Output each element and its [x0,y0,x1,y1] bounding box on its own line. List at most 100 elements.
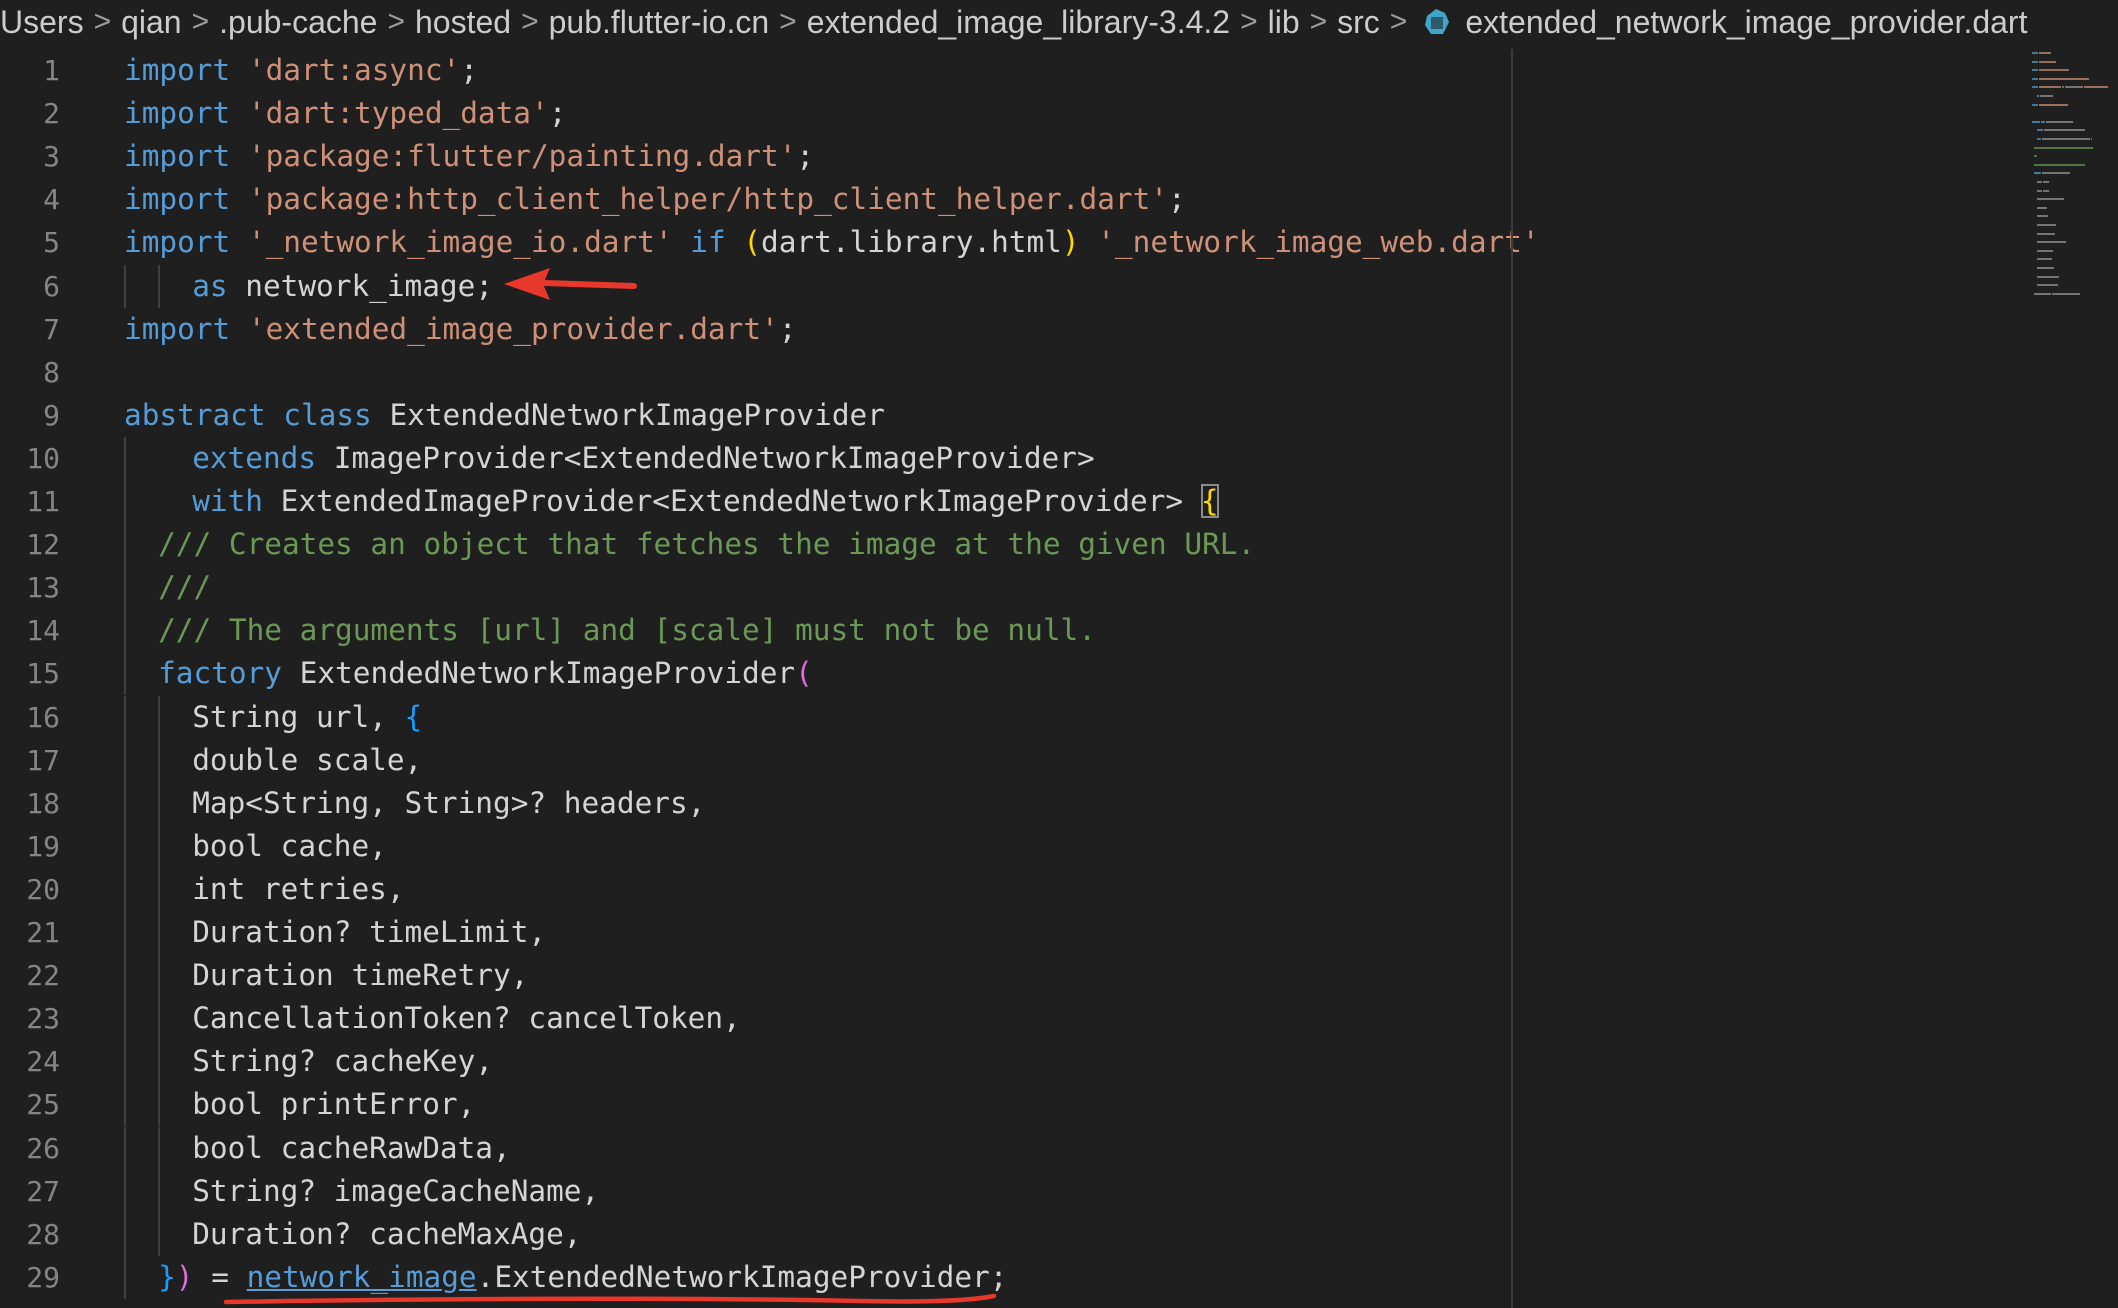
minimap[interactable] [2032,44,2118,364]
code-line[interactable]: 9 abstract class ExtendedNetworkImageProv… [0,394,1515,437]
code-text: Duration? timeLimit, [192,911,546,954]
code-line[interactable]: 22 Duration timeRetry, [0,954,1515,998]
code-line[interactable]: 12 /// Creates an object that fetches the… [0,523,1515,567]
code-line[interactable]: 27 String? imageCacheName, [0,1169,1515,1213]
code-token: imageCacheName, [316,1173,600,1208]
indent-guide [124,1083,126,1127]
code-token: Duration? [192,915,352,949]
minimap-mark [2036,284,2046,287]
minimap-mark [2054,60,2056,63]
indent-guide [158,738,161,782]
code-line[interactable]: 11 with ExtendedImageProvider<ExtendedNet… [0,480,1515,524]
code-line[interactable]: 28 Duration? cacheMaxAge, [0,1212,1515,1256]
line-number: 5 [43,226,60,260]
code-line[interactable]: 25 bool printError, [0,1083,1515,1127]
breadcrumb-item[interactable]: lib [1268,4,1300,41]
code-line[interactable]: 5 import '_network_image_io.dart' if (dar… [0,221,1540,264]
indent-guide [158,824,161,868]
line-number: 18 [26,786,60,820]
breadcrumb-item[interactable]: extended_image_library-3.4.2 [807,4,1230,41]
code-token: bool [192,1087,263,1122]
code-token: ( [743,225,762,260]
code-line[interactable]: 21 Duration? timeLimit, [0,911,1515,955]
code-line[interactable]: 14 /// The arguments [url] and [scale] mu… [0,609,1515,653]
minimap-mark [2038,86,2062,89]
code-line[interactable]: 19 bool cache, [0,824,1515,868]
code-text: as network_image; [192,265,493,308]
code-line[interactable]: 24 String? cacheKey, [0,1040,1515,1084]
breadcrumb-item[interactable]: pub.flutter-io.cn [549,4,770,41]
code-line[interactable]: 23 CancellationToken? cancelToken, [0,997,1515,1041]
code-token: ) [1061,225,1080,260]
indent-guide [124,609,126,653]
breadcrumb-item[interactable]: src [1337,4,1380,41]
code-token: ( [795,656,813,691]
minimap-mark [2040,120,2046,123]
breadcrumb: Users > qian > .pub-cache > hosted > pub.flutter… [0,0,2118,44]
code-line[interactable]: 18 Map<String, String>? headers, [0,781,1515,825]
minimap-mark [2041,138,2090,140]
code-line[interactable]: 16 String url, { [0,695,1515,739]
minimap-mark [2032,77,2038,80]
breadcrumb-item[interactable]: hosted [415,4,511,41]
code-text: import '_network_image_io.dart' if (dart… [124,221,1540,264]
code-line[interactable]: 17 double scale, [0,738,1515,782]
code-line[interactable]: 20 int retries, [0,867,1515,911]
code-link[interactable]: network_image [247,1260,477,1294]
line-number: 13 [26,571,60,605]
code-line[interactable]: 7 import 'extended_image_provider.dart'; [0,308,1515,351]
code-line[interactable]: 6 as network_image; [0,264,1515,308]
code-token: ; [778,311,797,346]
code-editor[interactable]: 1 import 'dart:async'; 2 import 'dart:typed… [0,49,1540,1308]
breadcrumb-file[interactable]: extended_network_image_provider.dart [1465,4,2027,41]
code-token: cache, [262,828,387,863]
code-line[interactable]: 10 extends ImageProvider<ExtendedNetworkI… [0,436,1515,480]
indent-guide [158,264,161,308]
code-line[interactable]: 13 /// [0,566,1515,610]
minimap-mark [2032,69,2038,72]
code-line[interactable]: 15 factory ExtendedNetworkImageProvider( [0,652,1515,696]
line-number: 22 [26,959,60,993]
minimap-mark [2032,52,2038,54]
breadcrumb-item[interactable]: Users [0,4,84,41]
code-line[interactable]: 29}) = network_image.ExtendedNetworkImag… [0,1255,1515,1299]
code-token: cancelToken, [510,1001,741,1036]
line-number: 16 [26,700,60,734]
code-token: ExtendedNetworkImageProvider [299,656,796,691]
code-line[interactable]: 3 import 'package:flutter/painting.dart'; [0,135,1515,178]
indent-guide [158,997,161,1041]
minimap-mark [2055,198,2065,201]
minimap-mark [2051,292,2080,295]
minimap-mark [2039,292,2052,295]
editor-ruler [1511,49,1513,1308]
code-token: dart.library.html [761,225,1062,260]
code-token: /// [158,570,212,605]
code-line[interactable]: 26 bool cacheRawData, [0,1126,1515,1170]
code-token: ImageProvider<ExtendedNetworkImageProvid… [333,440,1095,475]
code-text: Map<String, String>? headers, [192,782,705,825]
minimap-mark [2036,241,2054,244]
code-text: String url, { [192,696,422,739]
code-line[interactable]: 8 [0,351,1515,394]
minimap-mark [2034,172,2042,175]
indent-guide [158,1040,161,1084]
code-token: network_image [245,268,476,303]
code-token: /// The arguments [url] and [scale] must… [158,613,1096,648]
breadcrumb-item[interactable]: .pub-cache [219,4,377,41]
code-line[interactable]: 4 import 'package:http_client_helper/http… [0,178,1515,221]
chevron-right-icon: > [387,5,405,38]
indent-guide [124,264,126,308]
code-token: class [283,397,372,432]
code-text: bool cache, [192,825,387,868]
code-token: { [404,699,423,734]
minimap-mark [2044,129,2086,132]
indent-guide [124,824,126,868]
code-line[interactable]: 1 import 'dart:async'; [0,49,1515,92]
indent-guide [124,1126,126,1170]
breadcrumb-item[interactable]: qian [121,4,182,41]
code-line[interactable]: 2 import 'dart:typed_data'; [0,92,1515,135]
indent-guide [124,566,126,610]
line-number: 23 [26,1002,60,1036]
